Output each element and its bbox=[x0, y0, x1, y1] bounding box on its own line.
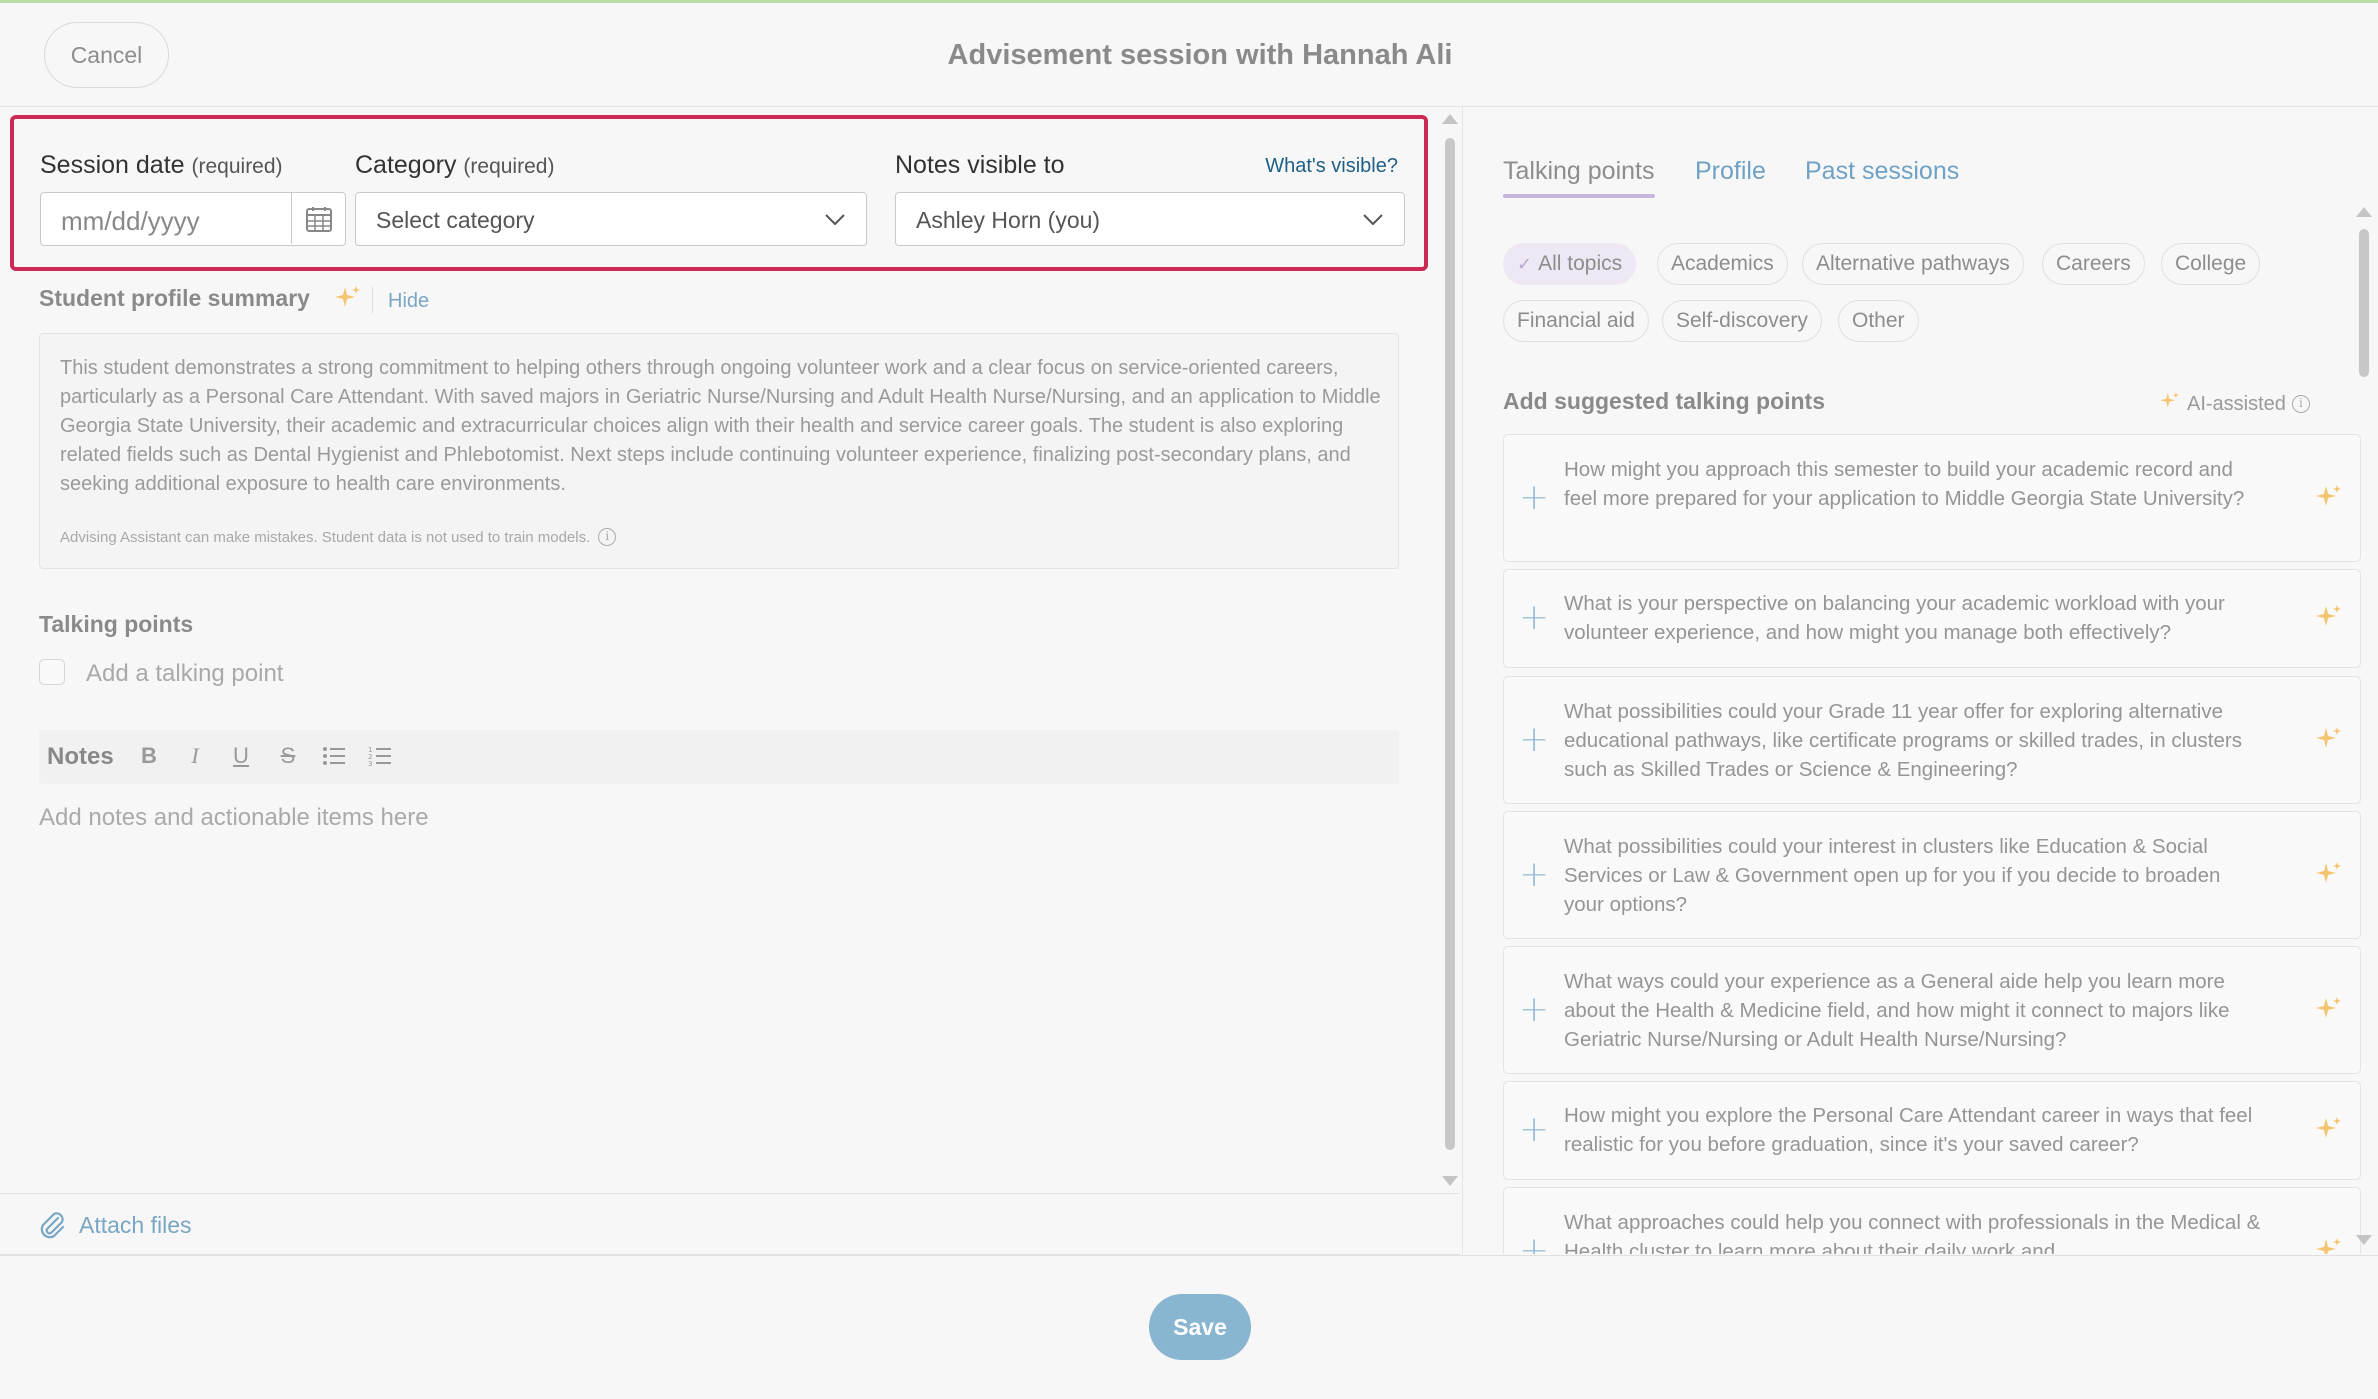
footer: Save bbox=[0, 1255, 2378, 1399]
session-date-input[interactable]: mm/dd/yyyy bbox=[40, 192, 346, 246]
profile-summary-box: This student demonstrates a strong commi… bbox=[39, 333, 1399, 569]
bold-button[interactable]: B bbox=[134, 741, 164, 771]
category-select[interactable]: Select category bbox=[355, 192, 867, 246]
save-button[interactable]: Save bbox=[1149, 1294, 1251, 1360]
visibility-label: Notes visible to bbox=[895, 151, 1065, 179]
session-date-label: Session date (required) bbox=[40, 151, 283, 179]
chip-academics[interactable]: Academics bbox=[1657, 243, 1788, 285]
ai-assisted-label: AI-assisted i bbox=[2159, 390, 2310, 418]
calendar-icon[interactable] bbox=[291, 193, 345, 244]
session-details-box: Session date (required) Category (requir… bbox=[10, 115, 1428, 271]
profile-summary-title: Student profile summary bbox=[39, 285, 310, 311]
chip-alternative-pathways[interactable]: Alternative pathways bbox=[1802, 243, 2024, 285]
talking-points-panel: Talking points Profile Past sessions ✓ Al… bbox=[1462, 107, 2378, 1254]
notes-input[interactable]: Add notes and actionable items here bbox=[39, 804, 429, 832]
notes-label: Notes bbox=[47, 743, 114, 770]
attach-files-button[interactable]: Attach files bbox=[79, 1212, 192, 1239]
right-scrollbar[interactable] bbox=[2354, 205, 2374, 1250]
sparkle-icon bbox=[2314, 724, 2344, 759]
profile-summary-text: This student demonstrates a strong commi… bbox=[60, 357, 1381, 495]
page-title: Advisement session with Hannah Ali bbox=[947, 39, 1453, 71]
suggested-talking-points-title: Add suggested talking points bbox=[1503, 388, 1826, 414]
scroll-thumb[interactable] bbox=[2359, 229, 2369, 377]
scroll-down-icon[interactable] bbox=[1442, 1176, 1458, 1186]
whats-visible-link[interactable]: What's visible? bbox=[1265, 155, 1398, 178]
chevron-down-icon bbox=[824, 208, 846, 235]
sparkle-icon bbox=[2314, 602, 2344, 637]
info-icon[interactable]: i bbox=[2291, 395, 2310, 413]
numbered-list-icon[interactable]: 123 bbox=[365, 741, 395, 771]
tab-talking-points[interactable]: Talking points bbox=[1503, 157, 1654, 186]
sparkle-icon bbox=[2314, 482, 2344, 517]
talking-points-title: Talking points bbox=[39, 611, 194, 637]
suggestions-list: + How might you approach this semester t… bbox=[1503, 434, 2369, 1254]
active-tab-indicator bbox=[1503, 194, 1655, 198]
header: Cancel Advisement session with Hannah Al… bbox=[0, 3, 2378, 107]
plus-icon[interactable]: + bbox=[1519, 480, 1549, 516]
plus-icon[interactable]: + bbox=[1519, 600, 1549, 636]
notes-toolbar: Notes B I U S 123 bbox=[39, 730, 1399, 784]
sparkle-icon bbox=[333, 283, 363, 318]
scroll-up-icon[interactable] bbox=[1442, 114, 1458, 124]
suggestion-card[interactable]: + What ways could your experience as a G… bbox=[1503, 946, 2361, 1074]
chip-financial-aid[interactable]: Financial aid bbox=[1503, 300, 1649, 342]
chip-self-discovery[interactable]: Self-discovery bbox=[1662, 300, 1822, 342]
sparkle-icon bbox=[2159, 390, 2181, 418]
sparkle-icon bbox=[2314, 1114, 2344, 1149]
bullet-list-icon[interactable] bbox=[319, 741, 349, 771]
scroll-down-icon[interactable] bbox=[2356, 1235, 2372, 1245]
date-placeholder: mm/dd/yyyy bbox=[61, 206, 200, 236]
suggestion-card[interactable]: + How might you explore the Personal Car… bbox=[1503, 1081, 2361, 1180]
left-scrollbar[interactable] bbox=[1440, 110, 1460, 1190]
scroll-thumb[interactable] bbox=[1445, 138, 1455, 1150]
chevron-down-icon bbox=[1362, 208, 1384, 235]
session-form-panel: Session date (required) Category (requir… bbox=[0, 107, 1438, 1254]
suggestion-card[interactable]: + What approaches could help you connect… bbox=[1503, 1187, 2361, 1254]
hide-summary-button[interactable]: Hide bbox=[388, 290, 429, 313]
chip-careers[interactable]: Careers bbox=[2042, 243, 2145, 285]
underline-button[interactable]: U bbox=[226, 741, 256, 771]
suggestion-card[interactable]: + What is your perspective on balancing … bbox=[1503, 569, 2361, 668]
plus-icon[interactable]: + bbox=[1519, 992, 1549, 1028]
sparkle-icon bbox=[2314, 859, 2344, 894]
italic-button[interactable]: I bbox=[180, 741, 210, 771]
visibility-select[interactable]: Ashley Horn (you) bbox=[895, 192, 1405, 246]
plus-icon[interactable]: + bbox=[1519, 1233, 1549, 1255]
scroll-up-icon[interactable] bbox=[2356, 207, 2372, 217]
check-icon: ✓ bbox=[1517, 253, 1533, 274]
category-label: Category (required) bbox=[355, 151, 555, 179]
tab-profile[interactable]: Profile bbox=[1695, 157, 1766, 186]
sparkle-icon bbox=[2314, 994, 2344, 1029]
info-icon[interactable]: i bbox=[598, 528, 617, 546]
attach-bar: Attach files bbox=[0, 1193, 1460, 1255]
chip-all-topics[interactable]: ✓ All topics bbox=[1503, 243, 1637, 285]
suggestion-card[interactable]: + What possibilities could your interest… bbox=[1503, 811, 2361, 939]
tab-past-sessions[interactable]: Past sessions bbox=[1805, 157, 1959, 186]
ai-disclaimer: Advising Assistant can make mistakes. St… bbox=[60, 528, 617, 546]
chip-college[interactable]: College bbox=[2161, 243, 2261, 285]
strikethrough-button[interactable]: S bbox=[273, 741, 303, 771]
talking-point-checkbox[interactable] bbox=[39, 659, 65, 685]
plus-icon[interactable]: + bbox=[1519, 722, 1549, 758]
add-talking-point-input[interactable]: Add a talking point bbox=[86, 660, 283, 688]
plus-icon[interactable]: + bbox=[1519, 857, 1549, 893]
suggestion-card[interactable]: + What possibilities could your Grade 11… bbox=[1503, 676, 2361, 804]
paperclip-icon[interactable] bbox=[38, 1210, 66, 1245]
suggestion-card[interactable]: + How might you approach this semester t… bbox=[1503, 434, 2361, 562]
plus-icon[interactable]: + bbox=[1519, 1112, 1549, 1148]
divider bbox=[372, 287, 373, 313]
sparkle-icon bbox=[2314, 1235, 2344, 1254]
svg-text:3: 3 bbox=[368, 760, 372, 767]
chip-other[interactable]: Other bbox=[1838, 300, 1919, 342]
